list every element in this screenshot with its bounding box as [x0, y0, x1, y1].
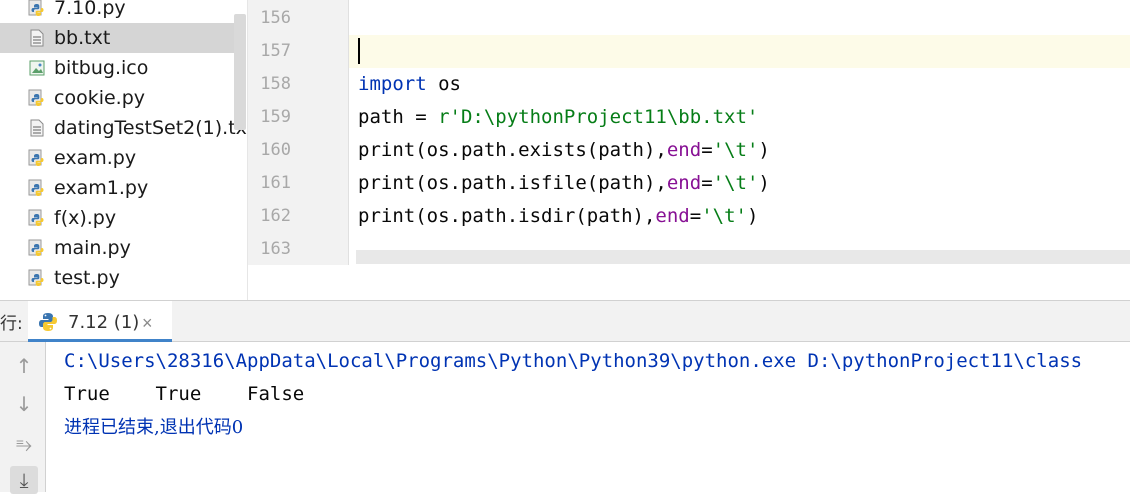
line-number: 157: [260, 41, 291, 61]
project-tree-scrollbar[interactable]: [234, 14, 246, 130]
python-file-icon: [28, 239, 46, 257]
string-literal: '\t': [712, 139, 759, 161]
line-number: 163: [260, 239, 291, 259]
code-text: ): [758, 139, 770, 161]
tree-item[interactable]: exam.py: [0, 143, 234, 173]
current-line-highlight: [349, 35, 1130, 68]
tree-item-label: bb.txt: [54, 27, 111, 49]
code-text: print(os.path.isfile(path),: [358, 172, 667, 194]
tree-item-label: f(x).py: [54, 207, 117, 229]
text-file-icon: [28, 119, 46, 137]
code-text: print(os.path.exists(path),: [358, 139, 667, 161]
line-number-gutter: 156 157 158 159 160 161 162 163: [248, 0, 348, 265]
run-tab-label: 7.12 (1): [68, 312, 140, 333]
tree-item[interactable]: datingTestSet2(1).txt: [0, 113, 248, 143]
arrow-up-icon[interactable]: ↑: [10, 352, 38, 380]
python-file-icon: [28, 269, 46, 287]
line-number: 161: [260, 173, 291, 193]
console-command-line: C:\Users\28316\AppData\Local\Programs\Py…: [64, 350, 1083, 372]
editor-bottom-area: [248, 265, 1130, 300]
tree-item[interactable]: exam1.py: [0, 173, 234, 203]
python-file-icon: [28, 0, 46, 17]
tree-item-label: test.py: [54, 267, 120, 289]
code-text: print(os.path.isdir(path),: [358, 205, 656, 227]
run-console[interactable]: C:\Users\28316\AppData\Local\Programs\Py…: [46, 342, 1130, 492]
code-line-159[interactable]: path = r'D:\pythonProject11\bb.txt': [358, 101, 758, 134]
python-icon: [39, 313, 57, 331]
keyword-argument: end: [666, 172, 702, 194]
keyword-argument: end: [666, 139, 702, 161]
code-text: os: [426, 73, 461, 95]
run-tab[interactable]: 7.12 (1) ×: [28, 301, 172, 342]
project-tree: 7.10.py bb.txt bitbug.ico cookie.py datingTe…: [0, 0, 248, 300]
code-editor[interactable]: 156 157 158 159 160 161 162 163 import o…: [248, 0, 1130, 300]
scroll-to-end-icon[interactable]: ⤓: [10, 466, 38, 494]
console-output: True True False: [64, 383, 305, 405]
code-line-161[interactable]: print(os.path.isfile(path),end='\t'): [358, 167, 770, 200]
code-line-160[interactable]: print(os.path.exists(path),end='\t'): [358, 134, 770, 167]
code-line-158[interactable]: import os: [358, 68, 461, 101]
code-line-162[interactable]: print(os.path.isdir(path),end='\t'): [358, 200, 758, 233]
python-file-icon: [28, 149, 46, 167]
line-number: 156: [260, 8, 291, 28]
tree-item-label: 7.10.py: [54, 0, 126, 19]
string-literal: r'D:\pythonProject11\bb.txt': [438, 106, 759, 128]
keyword-argument: end: [655, 205, 690, 227]
run-label: 行:: [0, 314, 23, 334]
tree-item[interactable]: test.py: [0, 263, 234, 293]
line-number: 159: [260, 107, 291, 127]
tree-item-partial[interactable]: [0, 293, 234, 300]
tree-item[interactable]: f(x).py: [0, 203, 234, 233]
code-text: ): [758, 172, 770, 194]
console-exit-message: 进程已结束,退出代码0: [64, 417, 244, 438]
tree-item[interactable]: cookie.py: [0, 83, 234, 113]
string-literal: '\t': [712, 172, 759, 194]
tree-item-label: datingTestSet2(1).txt: [54, 117, 248, 139]
tree-item[interactable]: bitbug.ico: [0, 53, 234, 83]
tree-item-label: bitbug.ico: [54, 57, 149, 79]
line-number: 158: [260, 74, 291, 94]
editor-horizontal-scrollbar[interactable]: [356, 250, 1130, 264]
line-number: 162: [260, 206, 291, 226]
text-file-icon: [28, 29, 46, 47]
tree-item-label: cookie.py: [54, 87, 146, 109]
code-text: =: [701, 139, 713, 161]
line-number: 160: [260, 140, 291, 160]
python-file-icon: [28, 89, 46, 107]
tree-item-label: exam1.py: [54, 177, 149, 199]
string-literal: '\t': [701, 205, 747, 227]
arrow-down-icon[interactable]: ↓: [10, 390, 38, 418]
soft-wrap-icon[interactable]: ⥱: [10, 430, 38, 458]
tree-item[interactable]: 7.10.py: [0, 0, 234, 23]
code-text: =: [701, 172, 713, 194]
keyword-import: import: [358, 73, 427, 95]
code-text: ): [746, 205, 759, 227]
text-caret: [358, 38, 360, 64]
run-toolbar: ↑ ↓ ⥱ ⤓: [0, 342, 46, 494]
tree-item[interactable]: main.py: [0, 233, 234, 263]
python-file-icon: [28, 209, 46, 227]
tree-item[interactable]: bb.txt: [0, 23, 234, 53]
code-text: path =: [358, 106, 439, 128]
tree-item-label: exam.py: [54, 147, 137, 169]
image-file-icon: [28, 59, 46, 77]
code-text: =: [689, 205, 702, 227]
tree-item-label: main.py: [54, 237, 131, 259]
close-icon[interactable]: ×: [142, 301, 153, 342]
run-tool-window-header: 行: 7.12 (1) ×: [0, 300, 1130, 342]
python-file-icon: [28, 179, 46, 197]
